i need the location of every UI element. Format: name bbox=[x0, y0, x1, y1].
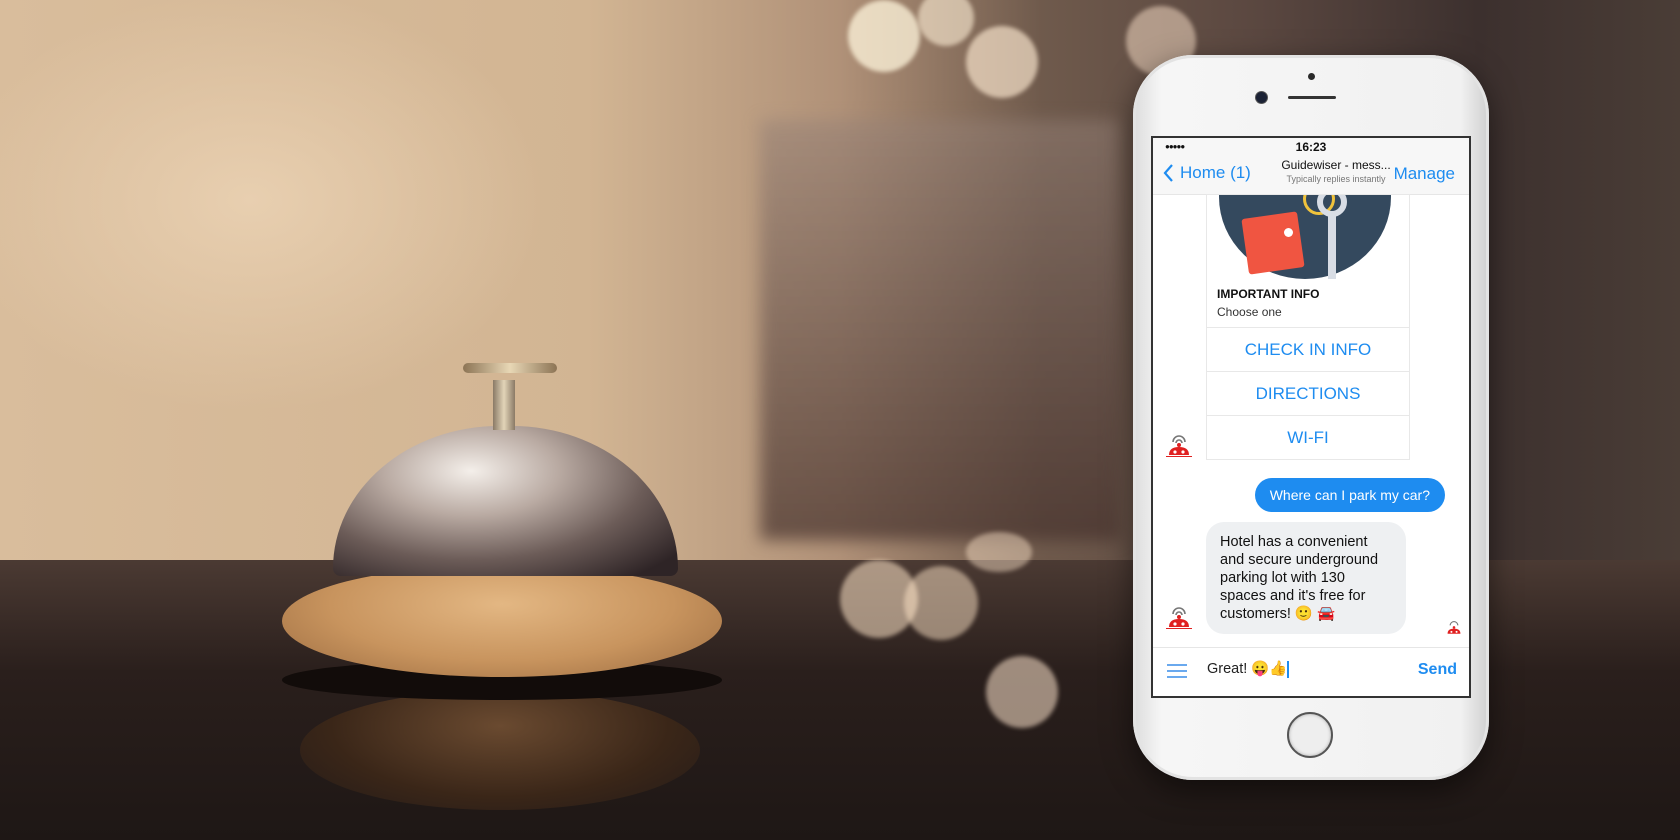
bot-avatar-icon bbox=[1166, 607, 1192, 629]
chat-subtitle: Typically replies instantly bbox=[1286, 174, 1386, 184]
read-receipt-bot-icon bbox=[1447, 621, 1461, 634]
bokeh-light bbox=[966, 532, 1032, 572]
card-subtitle: Choose one bbox=[1207, 303, 1409, 328]
directions-button[interactable]: DIRECTIONS bbox=[1207, 372, 1409, 416]
message-composer: Great! 😛👍 Send bbox=[1153, 647, 1469, 696]
background-blur-wall bbox=[760, 120, 1120, 540]
chat-title: Guidewiser - mess... bbox=[1281, 158, 1391, 172]
info-card: IMPORTANT INFO Choose one CHECK IN INFO … bbox=[1206, 194, 1410, 460]
key-with-tag-icon bbox=[1207, 195, 1409, 279]
proximity-sensor bbox=[1308, 73, 1315, 80]
back-button[interactable]: Home (1) bbox=[1163, 163, 1251, 183]
chat-navbar: Home (1) Guidewiser - mess... Typically … bbox=[1153, 156, 1469, 195]
bell-wooden-base bbox=[282, 565, 722, 677]
bot-avatar-icon bbox=[1166, 435, 1192, 457]
wifi-button[interactable]: WI-FI bbox=[1207, 416, 1409, 459]
bell-plunger bbox=[463, 363, 557, 373]
home-button[interactable] bbox=[1287, 712, 1333, 758]
message-input[interactable]: Great! 😛👍 bbox=[1207, 660, 1397, 678]
phone-screen: ●●●●● 16:23 Home (1) Guidewiser - mess..… bbox=[1151, 136, 1471, 698]
bot-message-bubble: Hotel has a convenient and secure underg… bbox=[1206, 522, 1406, 634]
front-camera bbox=[1256, 92, 1267, 103]
hamburger-icon[interactable] bbox=[1167, 664, 1187, 682]
chat-title-box[interactable]: Guidewiser - mess... Typically replies i… bbox=[1261, 158, 1411, 184]
bokeh-light bbox=[848, 0, 920, 72]
bokeh-light bbox=[986, 656, 1058, 728]
chevron-left-icon bbox=[1163, 164, 1173, 182]
text-caret bbox=[1287, 660, 1290, 678]
back-label: Home (1) bbox=[1180, 163, 1251, 182]
bokeh-light bbox=[904, 566, 978, 640]
user-message-bubble: Where can I park my car? bbox=[1254, 478, 1445, 512]
send-button[interactable]: Send bbox=[1418, 661, 1457, 679]
check-in-info-button[interactable]: CHECK IN INFO bbox=[1207, 328, 1409, 372]
status-time: 16:23 bbox=[1295, 140, 1327, 154]
bokeh-light bbox=[966, 26, 1038, 98]
message-input-value: Great! 😛👍 bbox=[1207, 661, 1288, 677]
manage-button[interactable]: Manage bbox=[1394, 164, 1455, 184]
bell-stem bbox=[493, 380, 515, 430]
earpiece-speaker bbox=[1288, 96, 1336, 99]
bell-reflection bbox=[300, 690, 700, 810]
card-title: IMPORTANT INFO bbox=[1217, 287, 1320, 301]
status-bar: ●●●●● 16:23 bbox=[1153, 138, 1469, 156]
